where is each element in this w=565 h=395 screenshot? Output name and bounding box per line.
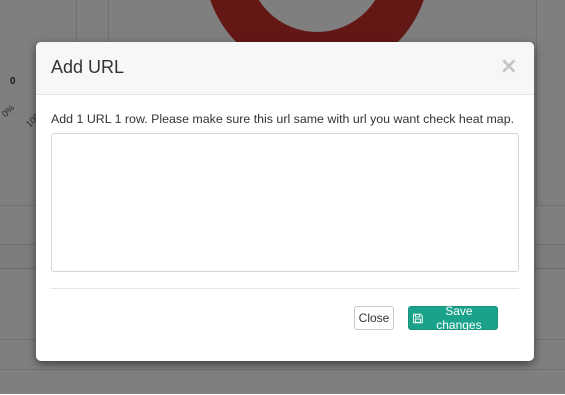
modal-instructions: Add 1 URL 1 row. Please make sure this u… bbox=[51, 112, 515, 126]
modal-footer-divider bbox=[51, 288, 519, 289]
save-changes-label: Save changes bbox=[436, 304, 482, 332]
floppy-disk-icon bbox=[413, 313, 423, 323]
modal-title: Add URL bbox=[51, 57, 125, 77]
close-icon[interactable]: × bbox=[500, 56, 518, 78]
modal-header: Add URL × bbox=[36, 42, 534, 95]
close-button-label: Close bbox=[358, 311, 390, 325]
save-changes-button[interactable]: Save changes bbox=[408, 304, 498, 332]
close-button[interactable]: Close bbox=[354, 306, 394, 330]
add-url-modal: Add URL × Add 1 URL 1 row. Please make s… bbox=[36, 42, 534, 361]
url-textarea[interactable] bbox=[51, 133, 519, 272]
